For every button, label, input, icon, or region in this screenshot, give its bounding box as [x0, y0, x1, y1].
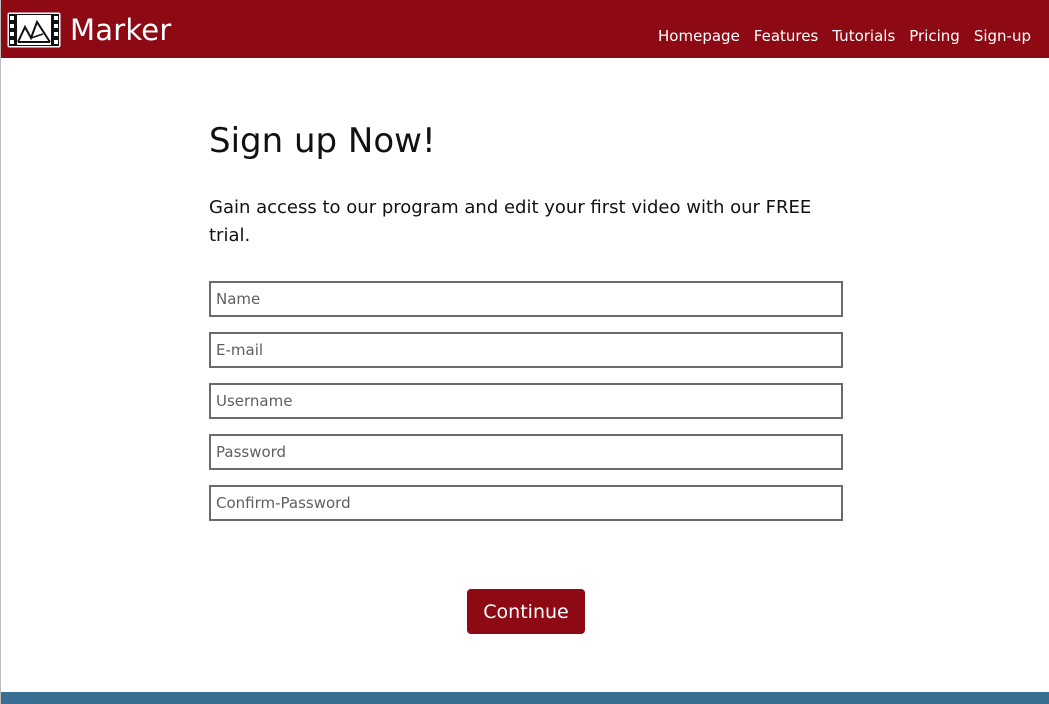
main-nav: Homepage Features Tutorials Pricing Sign…: [644, 25, 1031, 47]
nav-tutorials-link[interactable]: Tutorials: [832, 25, 895, 47]
name-input[interactable]: [209, 281, 843, 317]
continue-button[interactable]: Continue: [467, 589, 585, 634]
username-input[interactable]: [209, 383, 843, 419]
brand-name: Marker: [70, 13, 172, 47]
page-subtitle: Gain access to our program and edit your…: [209, 197, 812, 246]
top-navbar: Marker Homepage Features Tutorials Prici…: [1, 0, 1049, 58]
page: Marker Homepage Features Tutorials Prici…: [0, 0, 1049, 704]
nav-pricing-link[interactable]: Pricing: [909, 25, 960, 47]
password-input[interactable]: [209, 434, 843, 470]
nav-homepage-link[interactable]: Homepage: [658, 25, 740, 47]
signup-section: Sign up Now! Gain access to our program …: [209, 119, 843, 536]
confirm-password-input[interactable]: [209, 485, 843, 521]
nav-features-link[interactable]: Features: [754, 25, 819, 47]
footer-bar: [1, 692, 1049, 704]
email-input[interactable]: [209, 332, 843, 368]
page-title: Sign up Now!: [209, 121, 436, 161]
signup-form: [209, 281, 843, 521]
nav-signup-link[interactable]: Sign-up: [974, 25, 1031, 47]
brand[interactable]: Marker: [7, 12, 171, 48]
film-strip-mountain-icon: [7, 12, 61, 48]
